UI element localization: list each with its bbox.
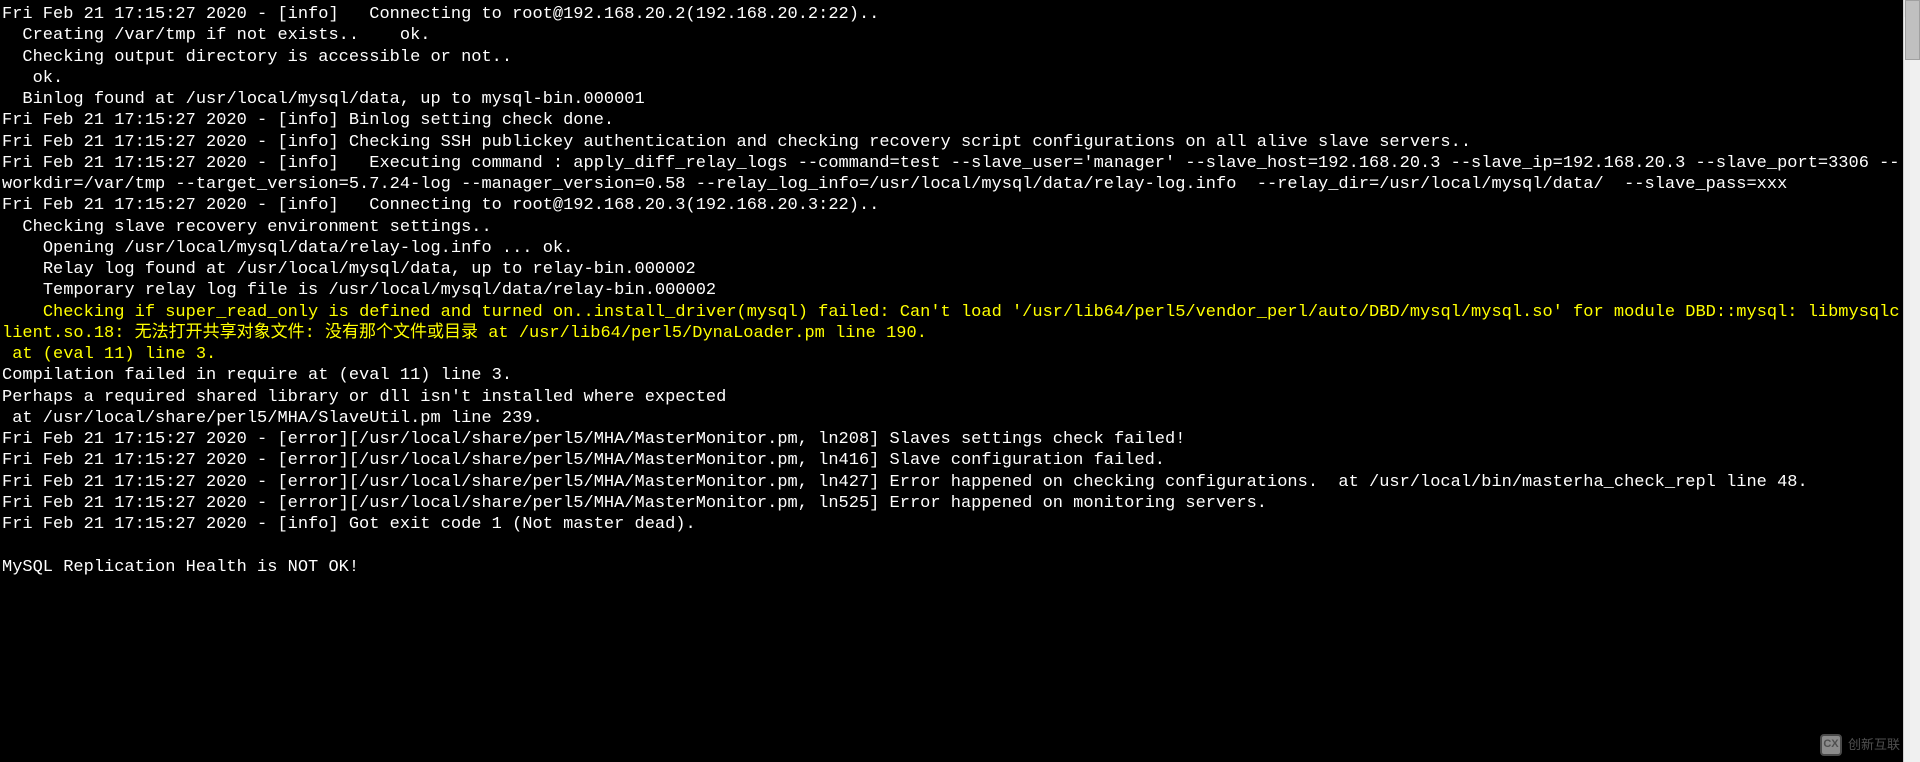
log-line: Fri Feb 21 17:15:27 2020 - [error][/usr/… <box>2 450 1900 471</box>
log-line: Creating /var/tmp if not exists.. ok. <box>2 25 1900 46</box>
log-line: Perhaps a required shared library or dll… <box>2 387 1900 408</box>
log-line: Fri Feb 21 17:15:27 2020 - [info] Checki… <box>2 132 1900 153</box>
log-line: Fri Feb 21 17:15:27 2020 - [info] Got ex… <box>2 514 1900 535</box>
log-line: Temporary relay log file is /usr/local/m… <box>2 280 1900 301</box>
log-line: Checking output directory is accessible … <box>2 47 1900 68</box>
log-line: Fri Feb 21 17:15:27 2020 - [info] Connec… <box>2 195 1900 216</box>
watermark-label: 创新互联 <box>1848 737 1900 753</box>
scrollbar-thumb[interactable] <box>1905 0 1920 60</box>
log-line: Relay log found at /usr/local/mysql/data… <box>2 259 1900 280</box>
log-line: Binlog found at /usr/local/mysql/data, u… <box>2 89 1900 110</box>
watermark-logo-icon: CX <box>1820 734 1842 756</box>
log-line: Fri Feb 21 17:15:27 2020 - [error][/usr/… <box>2 429 1900 450</box>
log-line: at (eval 11) line 3. <box>2 344 1900 365</box>
watermark: CX 创新互联 <box>1820 734 1900 756</box>
log-line: at /usr/local/share/perl5/MHA/SlaveUtil.… <box>2 408 1900 429</box>
log-line: Fri Feb 21 17:15:27 2020 - [info] Connec… <box>2 4 1900 25</box>
vertical-scrollbar[interactable]: ▴ <box>1903 0 1920 762</box>
log-line: Fri Feb 21 17:15:27 2020 - [error][/usr/… <box>2 493 1900 514</box>
log-line: Fri Feb 21 17:15:27 2020 - [error][/usr/… <box>2 472 1900 493</box>
log-line: Fri Feb 21 17:15:27 2020 - [info] Binlog… <box>2 110 1900 131</box>
log-line: Opening /usr/local/mysql/data/relay-log.… <box>2 238 1900 259</box>
terminal-output: Fri Feb 21 17:15:27 2020 - [info] Connec… <box>0 0 1902 762</box>
log-line: MySQL Replication Health is NOT OK! <box>2 557 1900 578</box>
log-line: ok. <box>2 68 1900 89</box>
log-line <box>2 535 1900 556</box>
log-line: Compilation failed in require at (eval 1… <box>2 365 1900 386</box>
log-line: Checking if super_read_only is defined a… <box>2 302 1900 345</box>
log-line: Fri Feb 21 17:15:27 2020 - [info] Execut… <box>2 153 1900 196</box>
log-line: Checking slave recovery environment sett… <box>2 217 1900 238</box>
